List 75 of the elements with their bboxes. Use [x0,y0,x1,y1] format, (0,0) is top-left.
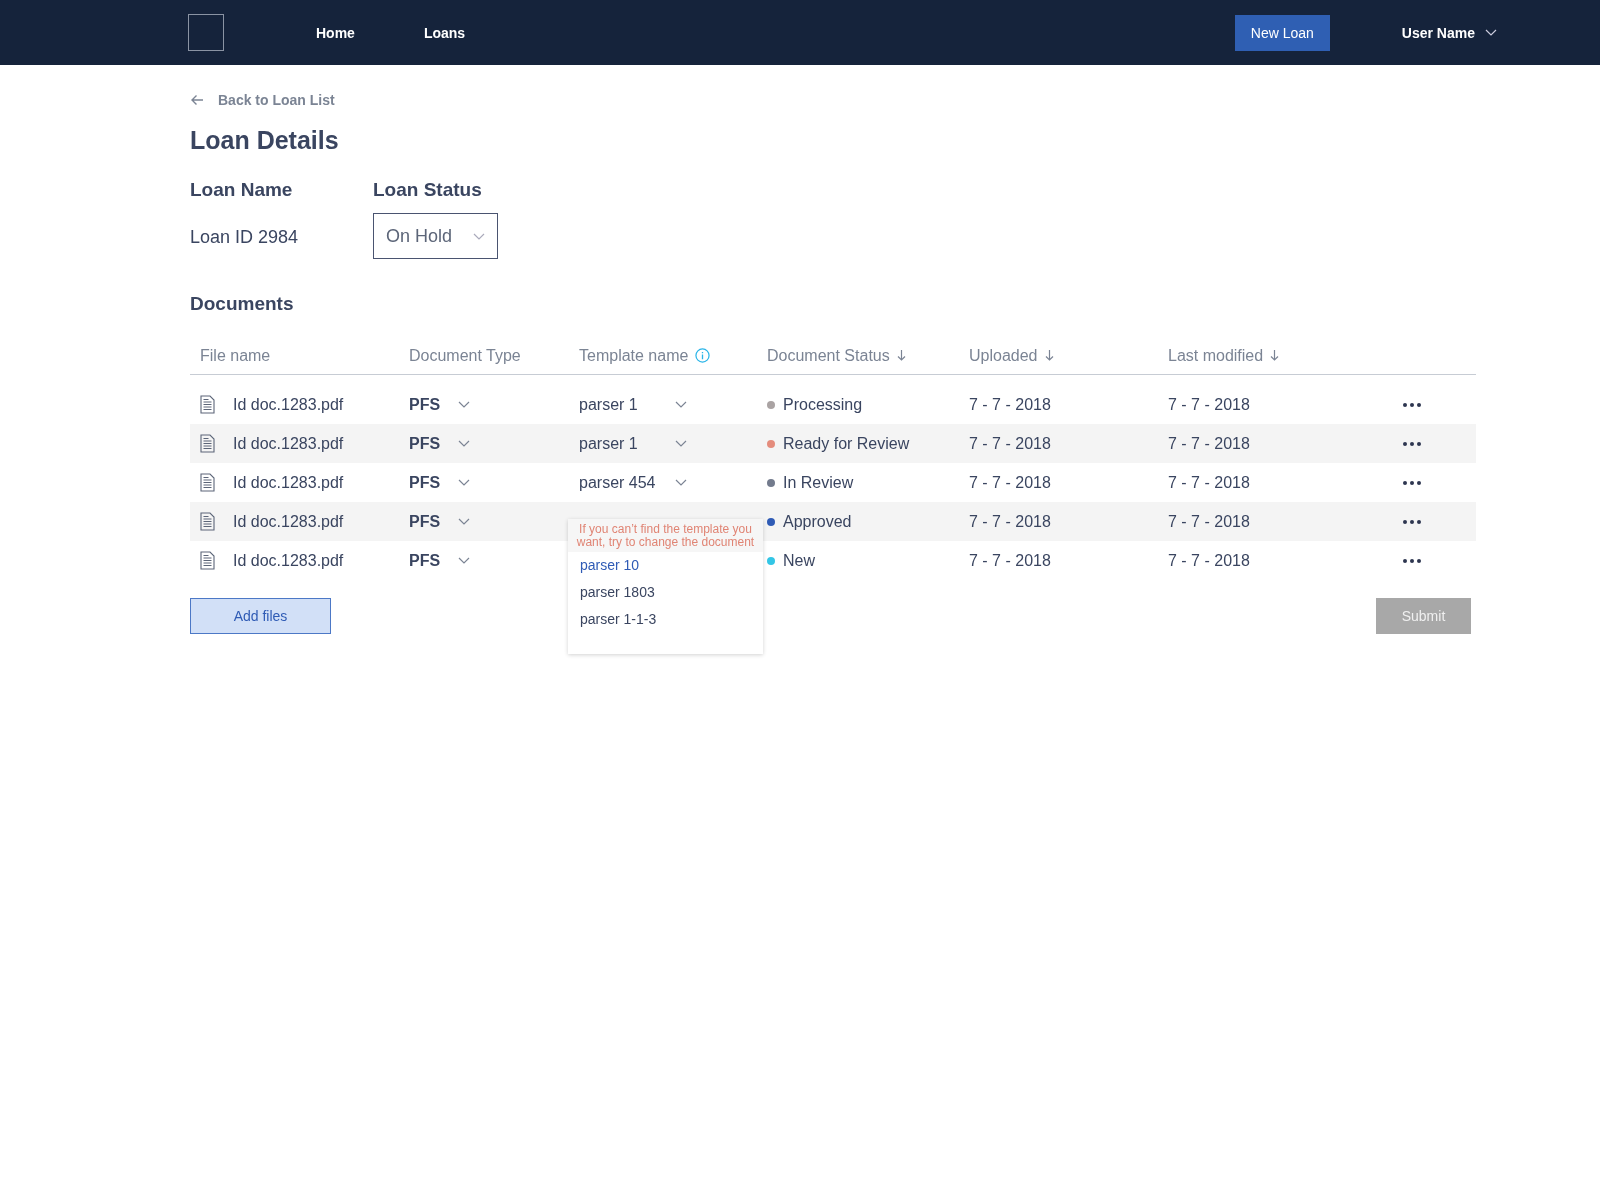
sort-arrow-icon[interactable] [896,350,906,361]
upload-date: 7 - 7 - 2018 [969,551,1051,570]
file-name: Id doc.1283.pdf [233,512,344,531]
back-link[interactable]: Back to Loan List [218,92,335,108]
nav-link[interactable]: Loans [423,24,466,41]
file-name: Id doc.1283.pdf [233,434,344,453]
chevron-down-icon [458,479,471,486]
status-text: In Review [783,473,854,492]
column-header[interactable]: Uploaded [969,346,1038,365]
upload-date: 7 - 7 - 2018 [969,434,1051,453]
sort-arrow-icon[interactable] [1044,350,1054,361]
nav-link[interactable]: Home [316,24,355,41]
upload-date: 7 - 7 - 2018 [969,473,1051,492]
chevron-down-icon [458,518,471,525]
document-icon [200,551,215,570]
chevron-down-icon [458,440,471,447]
document-icon [200,473,215,492]
template-name[interactable]: parser 1 [579,395,638,414]
document-icon [200,395,215,414]
column-header: Document Type [409,346,521,365]
status-text: Ready for Review [783,434,910,453]
new-loan-button[interactable]: New Loan [1234,14,1330,51]
menu-option[interactable]: parser 1-1-3 [568,606,763,633]
add-files-button[interactable]: Add files [190,598,331,634]
modified-date: 7 - 7 - 2018 [1168,434,1250,453]
document-icon [200,512,215,531]
chevron-down-icon [458,401,471,408]
chevron-down-icon [1485,29,1497,36]
more-icon[interactable] [1403,558,1421,563]
section-title: Documents [190,293,295,315]
more-icon[interactable] [1403,519,1421,524]
modified-date: 7 - 7 - 2018 [1168,512,1250,531]
chevron-down-icon [675,440,687,447]
menu-option[interactable]: parser 10 [568,552,763,579]
upload-date: 7 - 7 - 2018 [969,395,1051,414]
user-menu[interactable]: User Name [1401,24,1475,41]
chevron-down-icon [458,557,471,564]
document-type[interactable]: PFS [409,512,441,531]
field-label: Loan Name [190,179,294,201]
menu-option[interactable]: parser 1803 [568,579,763,606]
status-text: New [783,551,815,570]
modified-date: 7 - 7 - 2018 [1168,395,1250,414]
status-text: Processing [783,395,863,414]
file-name: Id doc.1283.pdf [233,551,344,570]
document-icon [200,434,215,453]
logo-placeholder[interactable] [188,14,224,51]
more-icon[interactable] [1403,480,1421,485]
column-header: File name [200,346,271,365]
column-header[interactable]: Last modified [1168,346,1264,365]
chevron-down-icon [675,479,687,486]
menu-hint: If you can’t find the template you want, try to change the document [568,519,763,552]
more-icon[interactable] [1403,441,1421,446]
template-name[interactable]: parser 454 [579,473,656,492]
chevron-down-icon [473,232,485,240]
column-header[interactable]: Document Status [767,346,890,365]
more-icon[interactable] [1403,402,1421,407]
loan-id: Loan ID 2984 [190,227,300,248]
file-name: Id doc.1283.pdf [233,473,344,492]
document-type[interactable]: PFS [409,473,441,492]
file-name: Id doc.1283.pdf [233,395,344,414]
document-type[interactable]: PFS [409,395,441,414]
column-header: Template name [579,346,689,365]
document-type[interactable]: PFS [409,434,441,453]
page-title: Loan Details [190,126,340,155]
field-label: Loan Status [373,179,483,201]
modified-date: 7 - 7 - 2018 [1168,551,1250,570]
modified-date: 7 - 7 - 2018 [1168,473,1250,492]
status-dropdown[interactable]: On Hold [373,213,498,259]
template-name[interactable]: parser 1 [579,434,638,453]
document-type[interactable]: PFS [409,551,441,570]
sort-arrow-icon[interactable] [1270,350,1280,361]
upload-date: 7 - 7 - 2018 [969,512,1051,531]
chevron-down-icon [675,401,687,408]
back-arrow-icon[interactable] [190,94,204,106]
status-text: Approved [783,512,852,531]
